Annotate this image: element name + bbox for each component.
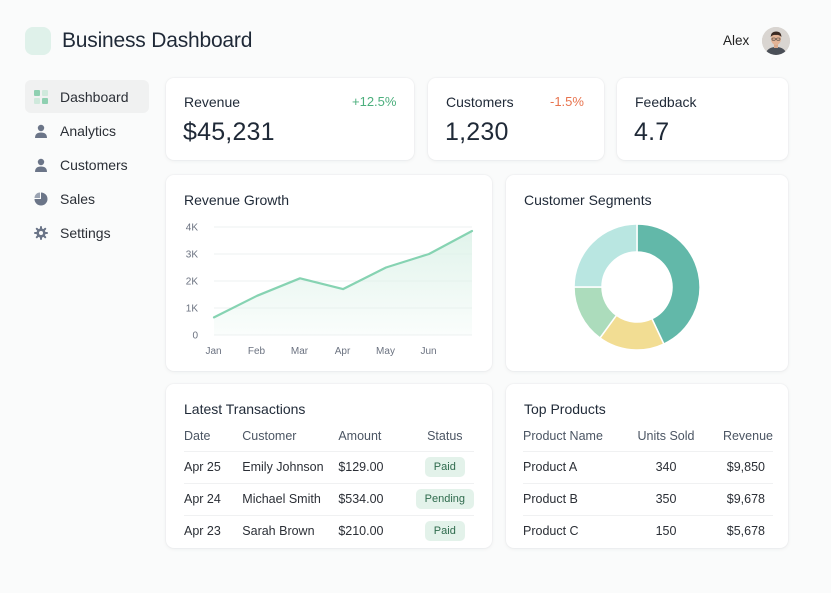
page-title: Business Dashboard <box>62 29 253 52</box>
amount-cell: $129.00 <box>338 450 416 483</box>
sidebar-item-label: Settings <box>60 224 111 241</box>
table-row[interactable]: Product C 150 $5,678 <box>523 514 773 547</box>
kpi-delta: +12.5% <box>352 94 397 109</box>
column-header[interactable]: Revenue <box>709 422 773 451</box>
status-badge: Paid <box>424 521 465 542</box>
product-name-cell: Product C <box>523 514 623 547</box>
amount-cell: $210.00 <box>338 514 416 547</box>
y-tick-label: 1K <box>186 304 199 315</box>
sidebar-item-label: Dashboard <box>60 88 129 105</box>
table-row[interactable]: Product A 340 $9,850 <box>523 450 773 483</box>
table-row[interactable]: Product B 350 $9,678 <box>523 482 773 515</box>
table-row[interactable]: Apr 23 Sarah Brown $210.00 Paid <box>184 514 474 547</box>
header: Business Dashboard Alex <box>0 0 831 78</box>
transactions-card: Latest Transactions Date Customer Amount… <box>166 384 492 548</box>
column-header[interactable]: Date <box>184 422 242 451</box>
customer-cell: Michael Smith <box>242 482 339 515</box>
kpi-card-customers: Customers -1.5% 1,230 <box>428 78 604 160</box>
kpi-label: Feedback <box>635 94 697 110</box>
avatar-photo <box>762 27 790 55</box>
customer-cell: Emily Johnson <box>242 450 339 483</box>
kpi-card-revenue: Revenue +12.5% $45,231 <box>166 78 414 160</box>
kpi-card-feedback: Feedback 4.7 <box>617 78 788 160</box>
status-badge: Paid <box>424 457 465 477</box>
table-row[interactable]: Apr 24 Michael Smith $534.00 Pending <box>184 482 474 515</box>
kpi-value: 1,230 <box>445 118 509 146</box>
units-cell: 350 <box>623 482 709 515</box>
top-products-card: Top Products Product Name Units Sold Rev… <box>506 384 788 548</box>
sidebar-item-customers[interactable]: Customers <box>25 148 149 181</box>
sidebar-item-sales[interactable]: Sales <box>25 182 149 215</box>
kpi-value: $45,231 <box>183 118 275 146</box>
y-tick-label: 4K <box>186 223 199 234</box>
units-cell: 150 <box>623 514 709 547</box>
sidebar: Dashboard Analytics Customers Sales Sett… <box>25 80 149 250</box>
user-icon <box>33 157 49 173</box>
column-header[interactable]: Product Name <box>523 422 623 451</box>
date-cell: Apr 25 <box>184 450 243 483</box>
kpi-value: 4.7 <box>634 118 670 146</box>
customer-segments-card: Customer Segments <box>506 175 788 371</box>
customer-segments-chart <box>573 223 701 351</box>
product-name-cell: Product A <box>523 450 623 483</box>
donut-slice[interactable] <box>573 223 638 288</box>
gear-icon <box>33 225 49 241</box>
sidebar-item-label: Analytics <box>60 122 117 139</box>
sidebar-item-label: Customers <box>60 156 128 173</box>
table-title: Top Products <box>524 401 606 417</box>
revenue-cell: $9,850 <box>709 450 773 483</box>
user-icon <box>33 123 49 139</box>
x-tick-label: May <box>376 346 395 357</box>
status-badge: Pending <box>415 489 474 509</box>
units-cell: 340 <box>623 450 709 483</box>
y-tick-label: 2K <box>186 277 199 288</box>
date-cell: Apr 24 <box>184 482 243 515</box>
revenue-growth-card: Revenue Growth 0 1K 2K 3K 4K Jan Feb Mar Apr May J… <box>166 175 492 371</box>
table-row[interactable]: Apr 25 Emily Johnson $129.00 Paid <box>184 450 474 483</box>
x-tick-label: Feb <box>248 346 266 357</box>
column-header[interactable]: Status <box>416 422 474 451</box>
product-name-cell: Product B <box>523 482 623 515</box>
sidebar-item-dashboard[interactable]: Dashboard <box>25 80 149 113</box>
sidebar-item-analytics[interactable]: Analytics <box>25 114 149 147</box>
x-tick-label: Jun <box>420 346 436 357</box>
app-logo[interactable] <box>25 27 51 55</box>
y-tick-label: 0 <box>192 331 198 342</box>
kpi-label: Revenue <box>184 94 241 110</box>
transactions-table: Date Customer Amount Status Apr 25 Emily… <box>184 422 474 547</box>
customer-cell: Sarah Brown <box>242 514 339 547</box>
pie-icon <box>33 191 49 207</box>
x-tick-label: Apr <box>335 346 351 357</box>
top-products-table: Product Name Units Sold Revenue Product … <box>523 422 773 547</box>
revenue-area <box>214 231 472 335</box>
table-header-row: Product Name Units Sold Revenue <box>523 422 773 451</box>
y-tick-label: 3K <box>186 250 199 261</box>
column-header[interactable]: Amount <box>338 422 415 451</box>
kpi-label: Customers <box>446 94 514 110</box>
table-header-row: Date Customer Amount Status <box>184 422 474 451</box>
x-tick-label: Mar <box>291 346 309 357</box>
date-cell: Apr 23 <box>184 514 243 547</box>
column-header[interactable]: Units Sold <box>623 422 709 451</box>
x-tick-label: Jan <box>205 346 221 357</box>
revenue-cell: $9,678 <box>709 482 773 515</box>
grid-icon <box>33 89 49 105</box>
sidebar-item-settings[interactable]: Settings <box>25 216 149 249</box>
avatar[interactable] <box>762 27 790 55</box>
revenue-cell: $5,678 <box>709 514 773 547</box>
table-title: Latest Transactions <box>184 401 306 417</box>
user-name[interactable]: Alex <box>723 33 749 48</box>
column-header[interactable]: Customer <box>242 422 338 451</box>
amount-cell: $534.00 <box>338 482 416 515</box>
revenue-growth-chart: 0 1K 2K 3K 4K Jan Feb Mar Apr May Jun <box>186 223 474 357</box>
kpi-delta: -1.5% <box>550 94 584 109</box>
sidebar-item-label: Sales <box>60 190 96 207</box>
